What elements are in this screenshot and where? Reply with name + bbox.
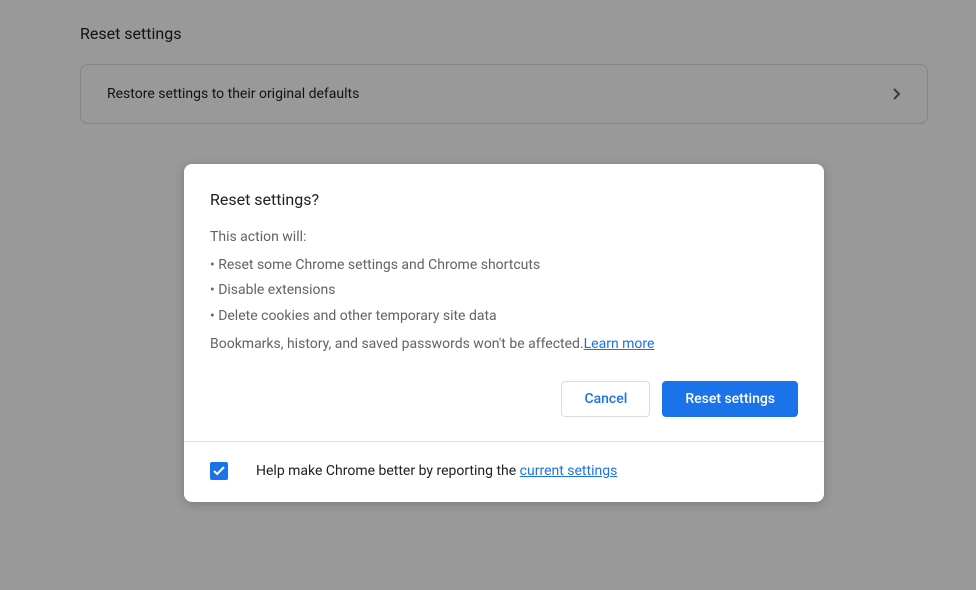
dialog-bullet: • Reset some Chrome settings and Chrome … bbox=[210, 255, 798, 277]
cancel-button[interactable]: Cancel bbox=[561, 381, 650, 417]
reset-settings-button[interactable]: Reset settings bbox=[662, 381, 798, 417]
dialog-intro: This action will: bbox=[210, 227, 798, 249]
dialog-bullet: • Delete cookies and other temporary sit… bbox=[210, 306, 798, 328]
dialog-footer: Help make Chrome better by reporting the… bbox=[184, 441, 824, 502]
dialog-preserve-note: Bookmarks, history, and saved passwords … bbox=[210, 334, 798, 356]
footer-text: Help make Chrome better by reporting the… bbox=[256, 463, 617, 479]
dialog-body: Reset settings? This action will: • Rese… bbox=[184, 164, 824, 441]
dialog-bullet-list: • Reset some Chrome settings and Chrome … bbox=[210, 255, 798, 328]
preserve-note-text: Bookmarks, history, and saved passwords … bbox=[210, 336, 584, 352]
report-settings-checkbox[interactable] bbox=[210, 462, 228, 480]
reset-settings-dialog: Reset settings? This action will: • Rese… bbox=[184, 164, 824, 502]
current-settings-link[interactable]: current settings bbox=[520, 463, 618, 479]
learn-more-link[interactable]: Learn more bbox=[584, 336, 655, 352]
dialog-bullet: • Disable extensions bbox=[210, 280, 798, 302]
dialog-button-row: Cancel Reset settings bbox=[210, 381, 798, 417]
dialog-title: Reset settings? bbox=[210, 190, 798, 209]
footer-prefix: Help make Chrome better by reporting the bbox=[256, 463, 520, 479]
